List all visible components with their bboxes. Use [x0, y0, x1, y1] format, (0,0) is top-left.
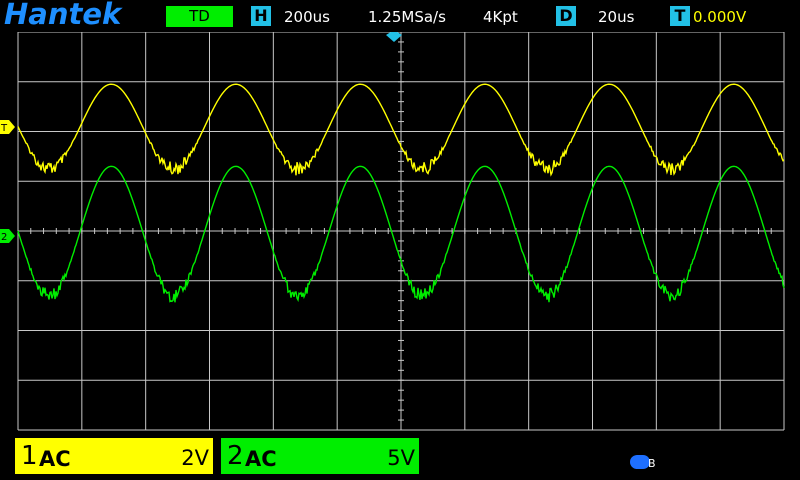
top-status-bar: Hantek TD H 200us 1.25MSa/s 4Kpt D 20us … — [0, 0, 800, 32]
mode-indicator[interactable]: TD — [166, 6, 233, 27]
trigger-level-value[interactable]: 0.000V — [693, 7, 746, 27]
delay-value[interactable]: 20us — [598, 7, 634, 27]
channel-markers[interactable]: T 2 — [0, 32, 402, 243]
channel-2-coupling: AC — [245, 447, 277, 471]
usb-label: B — [648, 457, 656, 470]
sample-rate-value: 1.25MSa/s — [368, 8, 446, 26]
ch1-trigger-marker[interactable]: T — [0, 120, 15, 134]
ch2-marker-label: 2 — [1, 232, 7, 243]
trigger-position-marker[interactable] — [386, 32, 402, 42]
channel-1-coupling: AC — [39, 447, 71, 471]
brand-logo: Hantek — [4, 0, 122, 31]
timebase-value[interactable]: 200us — [284, 7, 330, 27]
scope-display[interactable]: T 2 — [0, 32, 800, 432]
graticule — [17, 32, 785, 431]
ch2-ground-marker[interactable]: 2 — [0, 229, 15, 243]
delay-icon[interactable]: D — [556, 6, 576, 26]
usb-icon: B — [630, 455, 656, 470]
channel-1-number: 1 — [21, 441, 38, 471]
ch1-marker-label: T — [0, 123, 8, 134]
trigger-icon[interactable]: T — [670, 6, 690, 26]
channel-2-info[interactable]: 2 AC 5V — [221, 438, 419, 474]
channel-2-scale: 5V — [387, 446, 415, 470]
memory-depth-value: 4Kpt — [483, 8, 518, 26]
channel-1-scale: 2V — [181, 446, 209, 470]
horizontal-icon[interactable]: H — [251, 6, 271, 26]
channel-2-number: 2 — [227, 441, 244, 471]
channel-1-info[interactable]: 1 AC 2V — [15, 438, 213, 474]
